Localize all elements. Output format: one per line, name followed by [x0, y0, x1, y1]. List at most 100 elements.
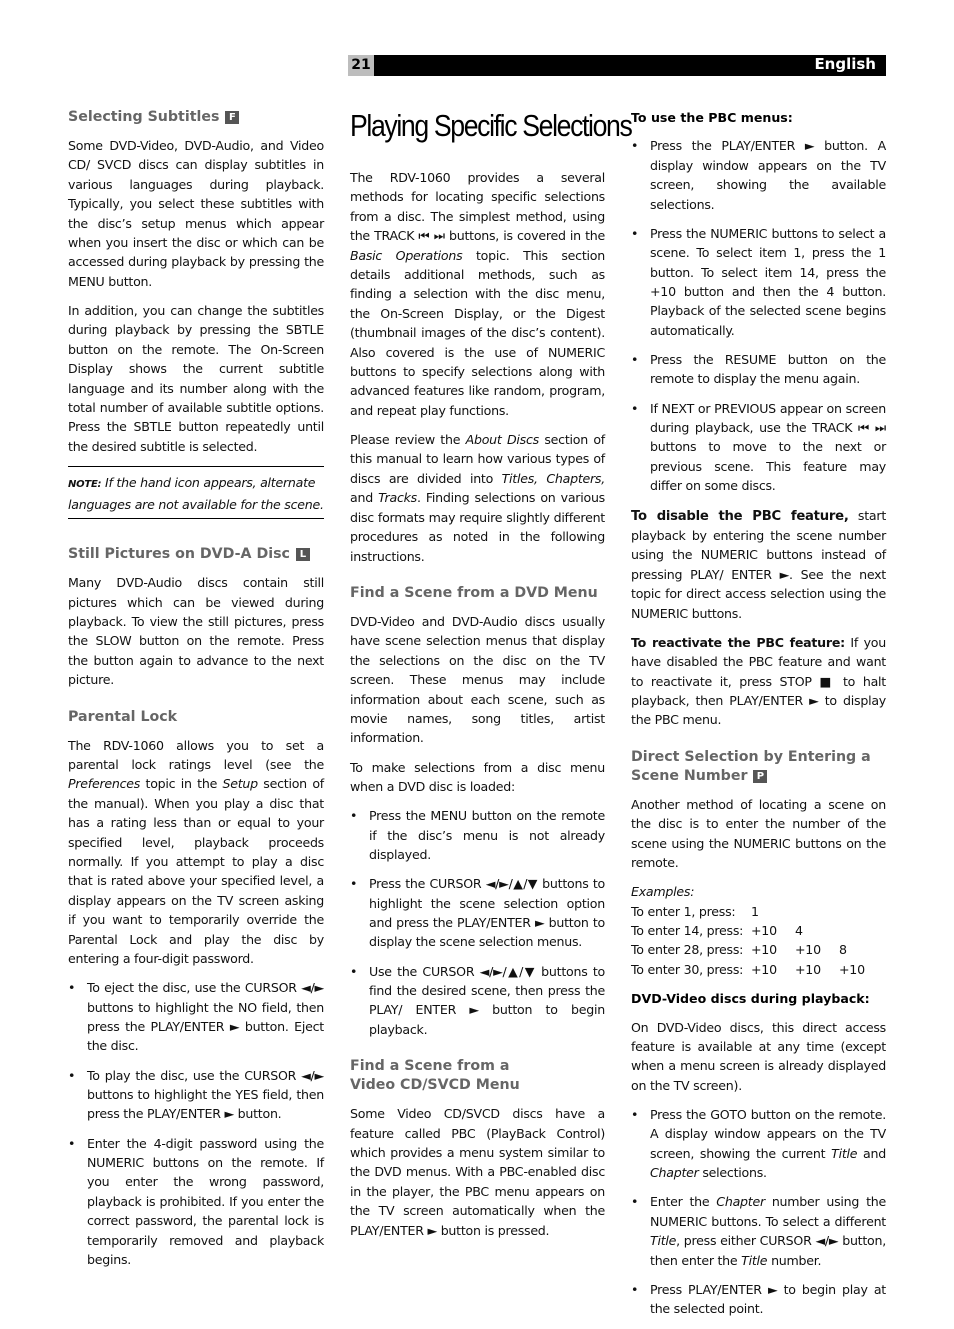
bullet-list: Press the MENU button on the remote if t… [350, 806, 605, 1039]
text: selections. [698, 1165, 767, 1181]
column-middle: Playing Specific Selections The RDV-1060… [350, 106, 633, 1250]
list-item: Press the CURSOR ◄/►/▲/▼ buttons to high… [350, 874, 605, 952]
column-right: To use the PBC menus: Press the PLAY/ENT… [631, 108, 886, 1329]
bold-lead: To reactivate the PBC feature: [631, 634, 845, 650]
list-item: To play the disc, use the CURSOR ◄/► but… [68, 1066, 324, 1124]
text: topic in the [140, 776, 223, 792]
list-item: Press the PLAY/ENTER ► button. A display… [631, 136, 886, 214]
text: The RDV-1060 provides a several methods … [350, 170, 605, 244]
page-header-bar: 21 English [348, 55, 886, 76]
heading-direct-selection: Direct Selection by Entering a Scene Numb… [631, 748, 886, 786]
heading-line: Video CD/SVCD Menu [350, 1077, 520, 1094]
example-row: To enter 1, press: 1 [631, 902, 886, 921]
list-item: Use the CURSOR ◄/►/▲/▼ buttons to find t… [350, 962, 605, 1040]
example-key [839, 902, 883, 921]
italic-term: Titles, Chapters, [501, 470, 606, 486]
bullet-list: Press the PLAY/ENTER ► button. A display… [631, 136, 886, 495]
list-item: Press the GOTO button on the remote. A d… [631, 1105, 886, 1183]
paragraph: On DVD-Video discs, this direct access f… [631, 1019, 886, 1093]
heading-line: Direct Selection by Entering a [631, 748, 871, 765]
paragraph: Some DVD-Video, DVD-Audio, and Video CD/… [68, 138, 324, 289]
heading-text: Still Pictures on DVD-A Disc [68, 546, 290, 563]
page-title: Playing Specific Selections [350, 108, 633, 143]
bold-lead: To disable the PBC feature, [631, 508, 849, 524]
list-item: Press PLAY/ENTER ► to begin play at the … [631, 1280, 886, 1319]
examples-label: Examples: [631, 884, 695, 900]
paragraph: The RDV-1060 provides a several methods … [350, 168, 605, 420]
heading-line: Scene Number [631, 767, 748, 784]
text: topic. This section details additional m… [350, 247, 605, 418]
text: Please review the [350, 432, 466, 448]
list-item: To eject the disc, use the CURSOR ◄/► bu… [68, 978, 324, 1056]
heading-selecting-subtitles: Selecting Subtitles F [68, 108, 324, 127]
paragraph: To make selections from a disc menu when… [350, 759, 605, 794]
example-key: +10 [751, 961, 777, 977]
example-row: To enter 14, press: +10 4 [631, 921, 886, 940]
italic-term: About Discs [465, 432, 540, 448]
example-label: To enter 30, press: [631, 961, 744, 977]
example-key: 8 [839, 942, 847, 958]
italic-term: Preferences [68, 776, 141, 792]
example-key [839, 921, 883, 940]
example-row: To enter 28, press: +10 +10 8 [631, 940, 886, 959]
bullet-list: Press the GOTO button on the remote. A d… [631, 1105, 886, 1319]
text: section of the manual). When you play a … [68, 776, 324, 967]
italic-term: Basic Operations [350, 247, 463, 263]
list-item: Press the NUMERIC buttons to select a sc… [631, 224, 886, 340]
heading-vcd-menu: Find a Scene from a Video CD/SVCD Menu [350, 1057, 605, 1095]
heading-parental-lock: Parental Lock [68, 708, 178, 725]
heading-pbc-menus: To use the PBC menus: [631, 110, 793, 125]
language-label: English [814, 55, 876, 73]
paragraph: In addition, you can change the subtitle… [68, 303, 324, 454]
example-key: +10 [839, 961, 865, 977]
heading-line: Find a Scene from a [350, 1058, 510, 1075]
example-label: To enter 28, press: [631, 942, 744, 958]
text: and [857, 1145, 886, 1161]
paragraph: Many DVD-Audio discs contain still pictu… [68, 575, 324, 688]
paragraph: Please review the About Discs section of… [350, 430, 605, 566]
example-label: To enter 14, press: [631, 923, 744, 938]
example-key: 1 [751, 903, 759, 919]
italic-term: Title [650, 1233, 677, 1249]
list-item: Press the MENU button on the remote if t… [350, 806, 605, 864]
example-key: 4 [795, 923, 803, 938]
list-item: Enter the 4-digit password using the NUM… [68, 1134, 324, 1270]
example-key: +10 [795, 961, 821, 977]
list-item: Press the RESUME button on the remote to… [631, 350, 886, 389]
paragraph: DVD-Video and DVD-Audio discs usually ha… [350, 613, 605, 746]
note-box: NOTE: If the hand icon appears, alternat… [68, 466, 324, 520]
example-label: To enter 1, press: [631, 903, 736, 919]
text: start playback by entering the scene num… [631, 507, 887, 621]
heading-still-pictures: Still Pictures on DVD-A Disc L [68, 545, 324, 564]
heading-text: Selecting Subtitles [68, 109, 220, 125]
text: number. [767, 1252, 822, 1268]
text: The RDV-1060 allows you to set a parenta… [68, 737, 324, 772]
page-number: 21 [348, 55, 374, 76]
example-key: +10 [751, 942, 777, 958]
note-label: NOTE: [68, 479, 102, 491]
heading-dvd-video-playback: DVD-Video discs during playback: [631, 991, 870, 1007]
text: and [350, 490, 379, 506]
italic-term: Title [741, 1252, 768, 1268]
disc-type-badge: L [295, 548, 310, 562]
note-text: If the hand icon appears, alternate lang… [68, 475, 324, 512]
paragraph: Another method of locating a scene on th… [631, 796, 886, 870]
paragraph: To reactivate the PBC feature: If you ha… [631, 633, 886, 730]
italic-term: Title [831, 1145, 858, 1161]
bullet-list: To eject the disc, use the CURSOR ◄/► bu… [68, 978, 324, 1269]
text: Enter the [650, 1194, 717, 1210]
disc-type-badge: F [225, 111, 240, 124]
list-item: If NEXT or PREVIOUS appear on screen dur… [631, 399, 886, 496]
example-key: +10 [795, 942, 821, 958]
heading-dvd-menu: Find a Scene from a DVD Menu [350, 584, 598, 601]
example-row: To enter 30, press: +10 +10 +10 [631, 960, 886, 979]
paragraph: To disable the PBC feature, start playba… [631, 506, 886, 623]
column-left: Selecting Subtitles F Some DVD-Video, DVD… [68, 108, 324, 1279]
italic-term: Setup [222, 776, 258, 792]
examples-table: Examples: To enter 1, press: 1 To enter 1… [631, 882, 886, 979]
italic-term: Tracks [378, 490, 417, 506]
example-key [795, 902, 839, 921]
example-key: +10 [751, 923, 777, 938]
paragraph: The RDV-1060 allows you to set a parenta… [68, 736, 324, 969]
italic-term: Chapter [650, 1165, 699, 1181]
